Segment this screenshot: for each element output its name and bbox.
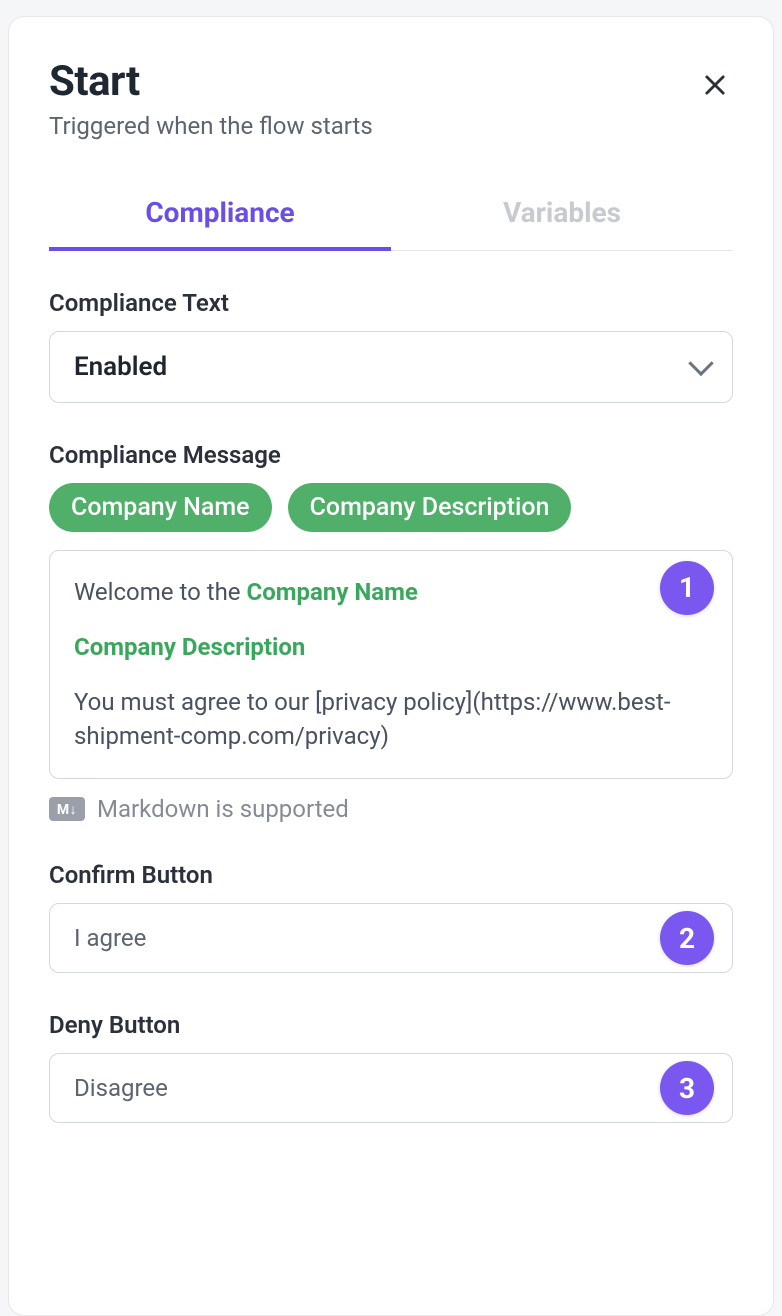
deny-button-label: Deny Button: [49, 1011, 733, 1039]
panel-title: Start: [49, 57, 373, 106]
confirm-button-field: Confirm Button 2: [49, 861, 733, 973]
confirm-button-label: Confirm Button: [49, 861, 733, 889]
token-company-description[interactable]: Company Description: [288, 483, 572, 532]
confirm-button-input[interactable]: [74, 924, 648, 952]
markdown-hint-text: Markdown is supported: [97, 795, 349, 823]
deny-button-input[interactable]: [74, 1074, 648, 1102]
annotation-marker-3: 3: [660, 1061, 714, 1115]
compliance-message-label: Compliance Message: [49, 441, 733, 469]
panel-header: Start Triggered when the flow starts: [49, 57, 733, 140]
compliance-message-editor[interactable]: 1 Welcome to the Company Name Company De…: [49, 550, 733, 779]
compliance-text-select[interactable]: Enabled: [49, 331, 733, 403]
confirm-button-input-wrapper: 2: [49, 903, 733, 973]
annotation-marker-2: 2: [660, 911, 714, 965]
panel-subtitle: Triggered when the flow starts: [49, 112, 373, 140]
close-button[interactable]: [697, 65, 733, 109]
header-text: Start Triggered when the flow starts: [49, 57, 373, 140]
markdown-icon: M↓: [49, 797, 85, 821]
compliance-text-label: Compliance Text: [49, 289, 733, 317]
compliance-text-field: Compliance Text Enabled: [49, 289, 733, 403]
message-line-1: Welcome to the Company Name: [74, 575, 708, 610]
tabs: Compliance Variables: [49, 182, 733, 251]
message-line-2: Company Description: [74, 630, 708, 665]
deny-button-field: Deny Button 3: [49, 1011, 733, 1123]
tab-variables[interactable]: Variables: [391, 182, 733, 250]
compliance-text-value: Enabled: [74, 352, 167, 382]
inline-token-company-name: Company Name: [246, 578, 417, 606]
chevron-down-icon: [688, 351, 713, 376]
start-node-config-panel: Start Triggered when the flow starts Com…: [8, 16, 774, 1316]
deny-button-input-wrapper: 3: [49, 1053, 733, 1123]
inline-token-company-description: Company Description: [74, 633, 305, 661]
close-icon: [701, 66, 729, 107]
message-line-1-text: Welcome to the: [74, 578, 246, 606]
tab-compliance[interactable]: Compliance: [49, 182, 391, 251]
message-line-3: You must agree to our [privacy policy](h…: [74, 685, 708, 755]
markdown-hint: M↓ Markdown is supported: [49, 795, 733, 823]
variable-token-row: Company Name Company Description: [49, 483, 733, 532]
token-company-name[interactable]: Company Name: [49, 483, 272, 532]
compliance-message-field: Compliance Message Company Name Company …: [49, 441, 733, 823]
